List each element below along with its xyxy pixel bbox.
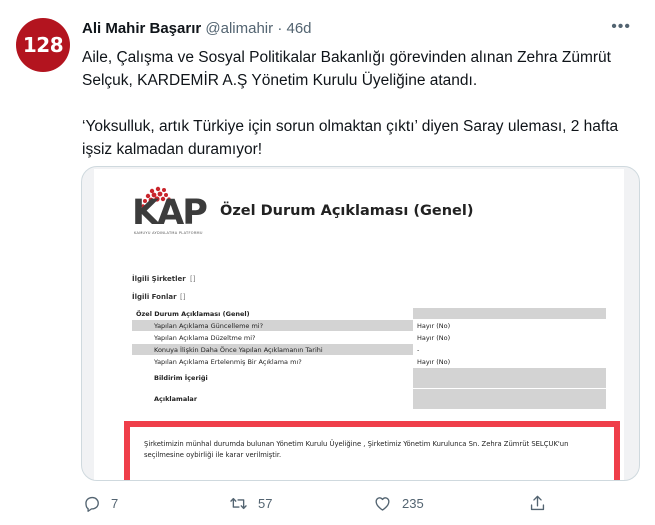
table-header: Özel Durum Açıklaması (Genel) [132, 308, 413, 320]
reply-count: 7 [111, 496, 119, 511]
table-row: Konuya İlişkin Daha Önce Yapılan Açıklam… [132, 343, 606, 356]
user-handle[interactable]: @alimahir [205, 20, 273, 37]
tweet-paragraph: ‘Yoksulluk, artık Türkiye için sorun olm… [82, 118, 619, 158]
section-label: Bildirim İçeriği [132, 367, 413, 389]
table-header-value [413, 308, 606, 320]
like-count: 235 [402, 496, 424, 511]
highlight-text: Şirketimizin münhal durumda bulunan Yöne… [144, 440, 569, 459]
section-value [413, 367, 606, 389]
row-label: Yapılan Açıklama Düzeltme mi? [132, 331, 413, 344]
reply-button[interactable]: 7 [82, 494, 118, 513]
retweet-button[interactable]: 57 [229, 494, 272, 513]
heart-icon [375, 497, 390, 511]
row-value: Hayır (No) [413, 319, 606, 332]
reply-icon [85, 496, 99, 512]
row-label: Konuya İlişkin Daha Önce Yapılan Açıklam… [132, 343, 413, 356]
highlight-box: Şirketimizin münhal durumda bulunan Yöne… [124, 421, 620, 480]
share-icon [530, 495, 545, 511]
avatar[interactable]: 128 [16, 18, 70, 72]
row-value: Hayır (No) [413, 331, 606, 344]
table-row: Yapılan Açıklama Güncelleme mi? Hayır (N… [132, 319, 606, 332]
table-row: Yapılan Açıklama Düzeltme mi? Hayır (No) [132, 331, 606, 344]
tweet-actions: 7 57 235 [0, 494, 655, 516]
meta-label-funds: İlgili Fonlar [132, 293, 177, 301]
tweet-text: Aile, Çalışma ve Sosyal Politikalar Baka… [82, 46, 622, 184]
share-button[interactable] [528, 494, 547, 513]
tweet-header: Ali Mahir Başarır @alimahir · 46d [82, 20, 312, 37]
like-button[interactable]: 235 [373, 494, 424, 513]
row-value: - [413, 343, 606, 356]
meta-value-companies: [] [190, 275, 196, 283]
attached-image[interactable]: KAP KAMUYU AYDINLATMA PLATFORMU Özel Dur… [81, 166, 640, 481]
retweet-icon [230, 497, 247, 510]
kap-logo-subtext: KAMUYU AYDINLATMA PLATFORMU [134, 231, 203, 235]
retweet-count: 57 [258, 496, 273, 511]
disclosure-table: Özel Durum Açıklaması (Genel) Yapılan Aç… [132, 308, 606, 410]
row-label: Yapılan Açıklama Güncelleme mi? [132, 319, 413, 332]
meta-label-companies: İlgili Şirketler [132, 275, 186, 283]
document-title: Özel Durum Açıklaması (Genel) [220, 203, 474, 219]
more-options-icon[interactable]: ••• [611, 18, 631, 36]
tweet-timestamp[interactable]: 46d [286, 20, 311, 37]
row-label: Yapılan Açıklama Ertelenmiş Bir Açıklama… [132, 355, 413, 368]
section-label: Açıklamalar [132, 388, 413, 410]
kap-logo-text: KAP [132, 193, 208, 233]
row-value: Hayır (No) [413, 355, 606, 368]
display-name[interactable]: Ali Mahir Başarır [82, 20, 201, 37]
table-row: Yapılan Açıklama Ertelenmiş Bir Açıklama… [132, 355, 606, 368]
meta-value-funds: [] [180, 293, 186, 301]
section-value [413, 388, 606, 410]
kap-document: KAP KAMUYU AYDINLATMA PLATFORMU Özel Dur… [94, 169, 624, 480]
table-row: Bildirim İçeriği [132, 367, 606, 389]
table-row: Açıklamalar [132, 388, 606, 410]
tweet-paragraph: Aile, Çalışma ve Sosyal Politikalar Baka… [82, 49, 611, 89]
header-separator: · [277, 20, 283, 37]
